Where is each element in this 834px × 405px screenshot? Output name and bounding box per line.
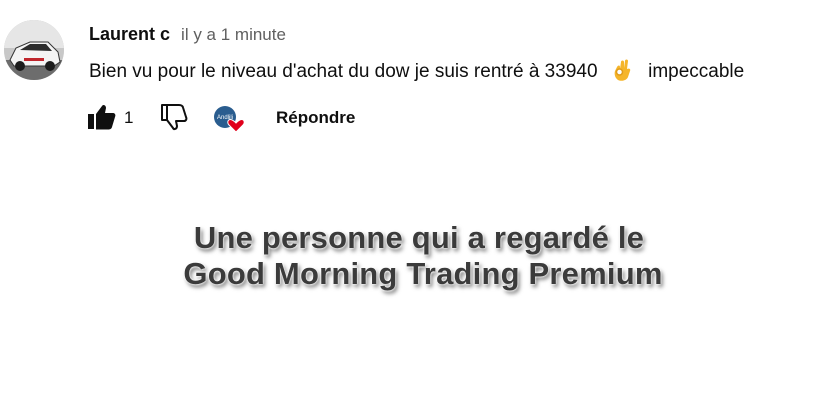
like-count: 1 — [124, 108, 134, 127]
caption-line-2: Good Morning Trading Premium — [183, 256, 663, 291]
reply-button[interactable]: Répondre — [276, 108, 355, 128]
comment-text: Bien vu pour le niveau d'achat du dow je… — [89, 58, 744, 83]
ok-hand-icon — [611, 58, 635, 82]
overlay-caption: Une personne qui a regardé le Good Morni… — [0, 220, 834, 292]
comment-text-main: Bien vu pour le niveau d'achat du dow je… — [89, 61, 598, 82]
thumbs-up-icon — [88, 104, 116, 130]
comment-header: Laurent c il y a 1 minute — [89, 24, 286, 45]
like-button[interactable] — [86, 102, 118, 132]
comment-text-tail: impeccable — [648, 61, 745, 82]
heart-icon — [227, 118, 245, 133]
creator-heart-badge: Andlili — [212, 104, 246, 134]
avatar[interactable] — [4, 20, 64, 80]
thumbs-down-icon — [161, 104, 188, 131]
comment-thread: Laurent c il y a 1 minute Bien vu pour l… — [4, 18, 824, 138]
author-name[interactable]: Laurent c — [89, 24, 170, 44]
caption-line-1: Une personne qui a regardé le — [193, 220, 645, 255]
dislike-button[interactable] — [158, 102, 190, 132]
comment-timestamp[interactable]: il y a 1 minute — [181, 25, 286, 44]
